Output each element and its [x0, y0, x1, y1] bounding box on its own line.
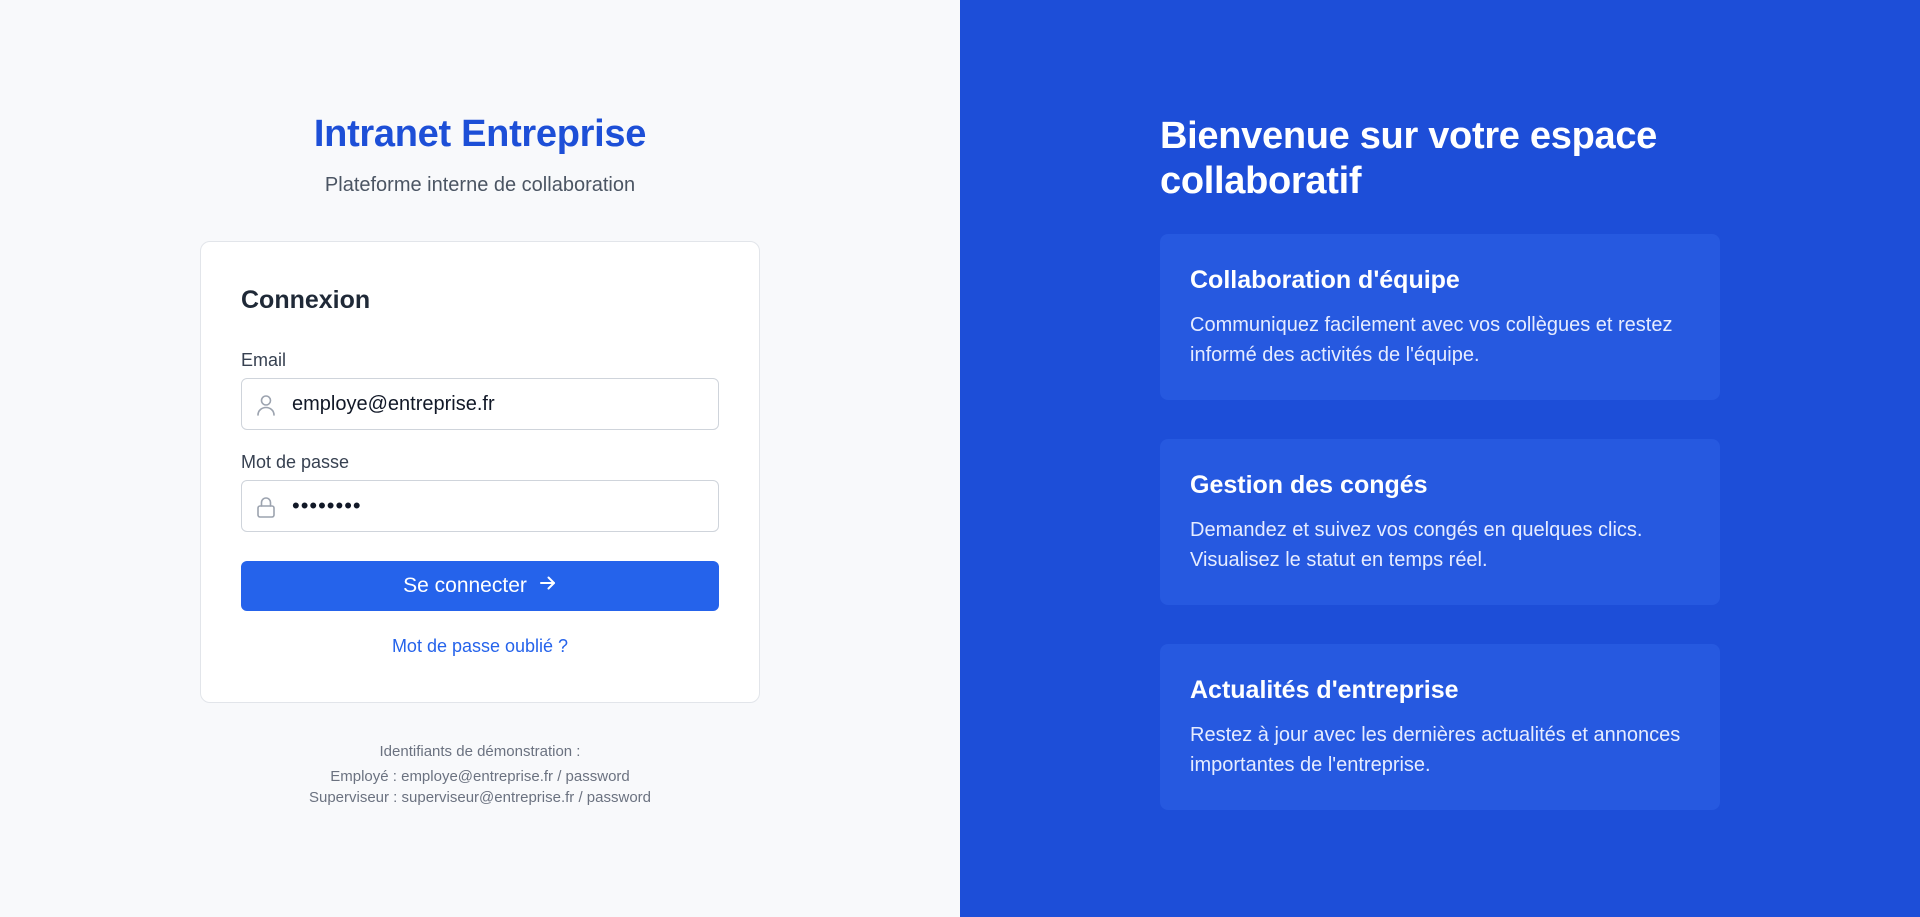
welcome-title: Bienvenue sur votre espace collaboratif [1160, 115, 1657, 202]
email-field[interactable] [292, 379, 712, 429]
feature-card-leave: Gestion des congés Demandez et suivez vo… [1160, 439, 1720, 605]
login-button[interactable]: Se connecter [241, 561, 719, 611]
arrow-right-icon [539, 574, 557, 598]
demo-credentials-heading: Identifiants de démonstration : [379, 743, 581, 760]
demo-credentials-employee: Employé : employe@entreprise.fr / passwo… [330, 768, 630, 785]
feature-title: Actualités d'entreprise [1190, 676, 1459, 704]
email-field-wrapper [241, 378, 719, 430]
password-label: Mot de passe [241, 452, 350, 472]
feature-description: Demandez et suivez vos congés en quelque… [1190, 519, 1643, 571]
lock-icon [256, 496, 276, 518]
feature-description: Restez à jour avec les dernières actuali… [1190, 724, 1681, 776]
feature-card-news: Actualités d'entreprise Restez à jour av… [1160, 644, 1720, 810]
feature-title: Gestion des congés [1190, 471, 1428, 499]
brand-subtitle: Plateforme interne de collaboration [324, 174, 636, 196]
welcome-panel: Bienvenue sur votre espace collaboratif … [960, 0, 1920, 917]
user-icon [256, 394, 276, 416]
login-button-label: Se connecter [403, 574, 527, 597]
feature-card-collaboration: Collaboration d'équipe Communiquez facil… [1160, 234, 1720, 400]
email-label: Email [241, 350, 287, 370]
demo-credentials-supervisor: Superviseur : superviseur@entreprise.fr … [308, 789, 652, 806]
forgot-password-link[interactable]: Mot de passe oublié ? [201, 636, 759, 657]
login-card: Connexion Email Mot de passe [200, 241, 760, 703]
login-panel: Intranet Entreprise Plateforme interne d… [0, 0, 960, 917]
login-page: Intranet Entreprise Plateforme interne d… [0, 0, 1920, 917]
password-field-wrapper [241, 480, 719, 532]
feature-description: Communiquez facilement avec vos collègue… [1190, 314, 1673, 366]
login-card-title: Connexion [241, 286, 371, 314]
password-field[interactable] [292, 481, 712, 531]
feature-title: Collaboration d'équipe [1190, 266, 1460, 294]
brand-title: Intranet Entreprise [313, 113, 647, 155]
